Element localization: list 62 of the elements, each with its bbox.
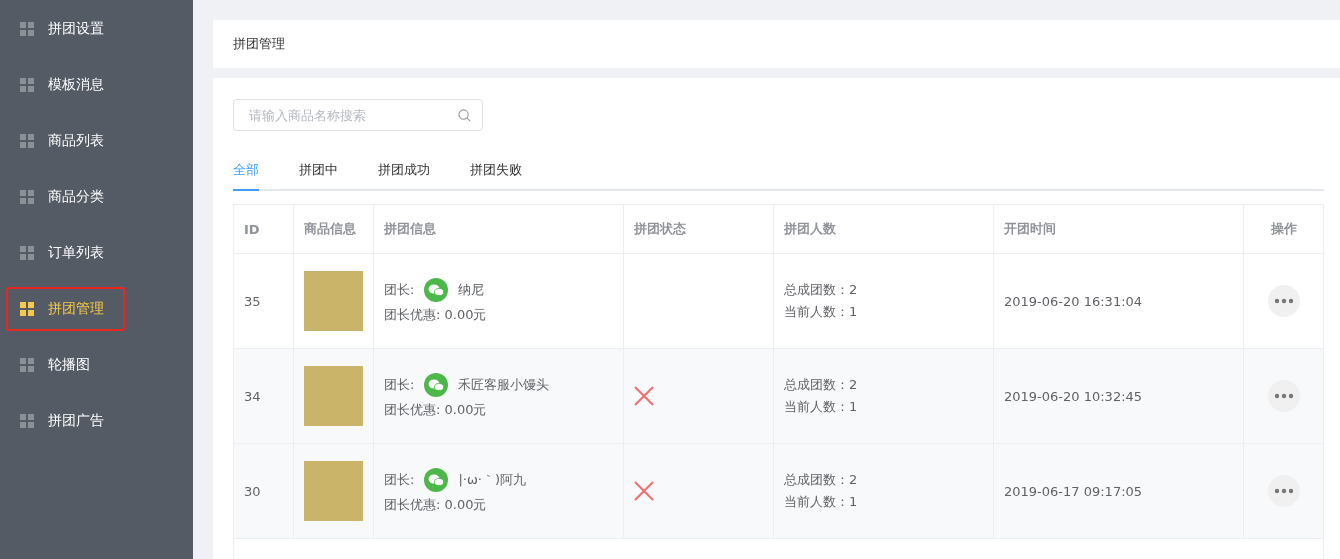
- chat-bubble-icon: [424, 278, 449, 302]
- current-count: 当前人数：1: [784, 493, 858, 511]
- table-cell: 2019-06-20 16:31:04: [1004, 293, 1143, 309]
- grid-icon: [20, 246, 34, 260]
- column-header: 操作: [1270, 220, 1297, 238]
- leader-label: 团长:: [384, 376, 415, 394]
- search-icon: [458, 109, 471, 122]
- column-header: ID: [244, 221, 260, 237]
- tab[interactable]: 拼团成功: [378, 161, 430, 191]
- grid-icon: [20, 358, 34, 372]
- sidebar-item[interactable]: 模板消息: [6, 63, 187, 107]
- discount-text: 团长优惠: 0.00元: [384, 401, 487, 419]
- sidebar-item[interactable]: 订单列表: [6, 231, 187, 275]
- table-cell: 34: [244, 388, 261, 404]
- more-button[interactable]: [1267, 380, 1300, 412]
- current-count: 当前人数：1: [784, 303, 858, 321]
- total-count: 总成团数：2: [784, 471, 858, 489]
- total-count: 总成团数：2: [784, 376, 858, 394]
- column-header: 商品信息: [304, 220, 356, 238]
- sidebar-item[interactable]: 商品分类: [6, 175, 187, 219]
- column-header: 拼团状态: [634, 220, 686, 238]
- page-title: 拼团管理: [233, 35, 285, 53]
- more-button[interactable]: [1267, 285, 1300, 317]
- current-count: 当前人数：1: [784, 398, 858, 416]
- chat-bubble-icon: [424, 468, 449, 492]
- table-cell: 35: [244, 293, 261, 309]
- grid-icon: [20, 190, 34, 204]
- grid-icon: [20, 302, 34, 316]
- discount-text: 团长优惠: 0.00元: [384, 306, 487, 324]
- tab[interactable]: 拼团失败: [470, 161, 522, 191]
- photo-placeholder: [304, 271, 363, 331]
- sidebar-item[interactable]: 轮播图: [6, 343, 187, 387]
- photo-placeholder: [304, 461, 363, 521]
- table-cell: 30: [244, 483, 261, 499]
- sidebar-item[interactable]: 拼团管理: [6, 287, 125, 331]
- sidebar-item[interactable]: 拼团设置: [6, 7, 187, 51]
- tab[interactable]: 拼团中: [299, 161, 338, 191]
- grid-icon: [20, 134, 34, 148]
- column-header: 拼团人数: [784, 220, 836, 238]
- ellipsis-icon: [1273, 298, 1294, 304]
- grid-icon: [20, 78, 34, 92]
- sidebar-item[interactable]: 拼团广告: [6, 399, 187, 443]
- total-count: 总成团数：2: [784, 281, 858, 299]
- table-cell: 2019-06-20 10:32:45: [1004, 388, 1143, 404]
- leader-name: 纳尼: [458, 281, 485, 299]
- grid-icon: [20, 22, 34, 36]
- ellipsis-icon: [1273, 488, 1294, 494]
- discount-text: 团长优惠: 0.00元: [384, 496, 487, 514]
- more-button[interactable]: [1267, 475, 1300, 507]
- table-cell: 2019-06-17 09:17:05: [1004, 483, 1143, 499]
- photo-placeholder: [304, 366, 363, 426]
- column-header: 开团时间: [1004, 220, 1056, 238]
- leader-label: 团长:: [384, 281, 415, 299]
- leader-name: |·ω·｀)阿九: [458, 471, 526, 489]
- sidebar-item[interactable]: 商品列表: [6, 119, 187, 163]
- grid-icon: [20, 414, 34, 428]
- chat-bubble-icon: [424, 373, 449, 397]
- column-header: 拼团信息: [384, 220, 436, 238]
- leader-name: 禾匠客服小馒头: [458, 376, 550, 394]
- ellipsis-icon: [1273, 393, 1294, 399]
- search-field[interactable]: 请输入商品名称搜索: [233, 99, 483, 131]
- leader-label: 团长:: [384, 471, 415, 489]
